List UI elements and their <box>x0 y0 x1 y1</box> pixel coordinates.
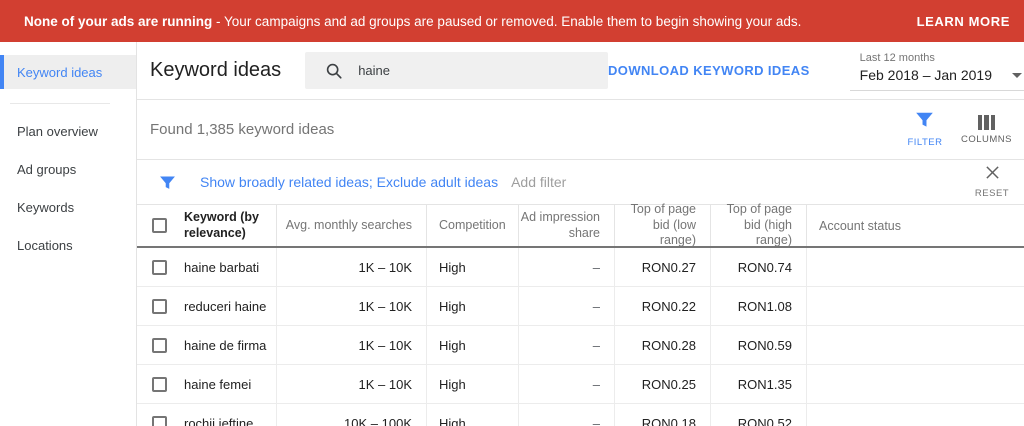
search-value: haine <box>358 63 390 78</box>
cell-searches: 1K – 10K <box>277 248 427 286</box>
cell-account-status <box>807 326 1024 364</box>
date-range-value: Feb 2018 – Jan 2019 <box>860 67 992 83</box>
col-header-bid-low: Top of page bid (low range) <box>615 202 696 249</box>
cell-bid-low: RON0.28 <box>615 326 711 364</box>
columns-button-label: COLUMNS <box>961 134 1012 145</box>
row-checkbox[interactable] <box>152 338 167 353</box>
cell-competition: High <box>427 287 519 325</box>
sidebar-item-keyword-ideas[interactable]: Keyword ideas <box>0 55 136 89</box>
cell-account-status <box>807 365 1024 403</box>
cell-competition: High <box>427 248 519 286</box>
columns-button[interactable]: COLUMNS <box>961 115 1012 145</box>
filter-funnel-icon <box>915 111 934 133</box>
page-header: Keyword ideas haine DOWNLOAD KEYWORD IDE… <box>137 42 1024 100</box>
cell-keyword: rochii ieftine <box>184 416 253 426</box>
cell-competition: High <box>427 365 519 403</box>
cell-keyword: haine de firma <box>184 338 266 353</box>
app-body: Keyword ideas Plan overview Ad groups Ke… <box>0 42 1024 426</box>
row-checkbox[interactable] <box>152 299 167 314</box>
cell-competition: High <box>427 404 519 426</box>
reset-filters-button[interactable]: RESET <box>972 165 1012 199</box>
cell-keyword: reduceri haine <box>184 299 266 314</box>
cell-bid-low: RON0.18 <box>615 404 711 426</box>
table-row[interactable]: haine barbati 1K – 10K High – RON0.27 RO… <box>137 248 1024 287</box>
learn-more-button[interactable]: LEARN MORE <box>917 14 1010 29</box>
results-count: Found 1,385 keyword ideas <box>150 121 334 138</box>
sidebar-item-keywords[interactable]: Keywords <box>0 189 136 227</box>
cell-bid-low: RON0.27 <box>615 248 711 286</box>
table-row[interactable]: haine femei 1K – 10K High – RON0.25 RON1… <box>137 365 1024 404</box>
cell-ad-impression-share: – <box>519 326 615 364</box>
alert-banner: None of your ads are running - Your camp… <box>0 0 1024 42</box>
main-content: Keyword ideas haine DOWNLOAD KEYWORD IDE… <box>137 42 1024 426</box>
cell-ad-impression-share: – <box>519 248 615 286</box>
cell-searches: 1K – 10K <box>277 287 427 325</box>
cell-searches: 1K – 10K <box>277 326 427 364</box>
cell-bid-high: RON0.59 <box>711 326 807 364</box>
cell-bid-high: RON1.35 <box>711 365 807 403</box>
download-keyword-ideas-button[interactable]: DOWNLOAD KEYWORD IDEAS <box>608 63 810 78</box>
col-header-bid-high: Top of page bid (high range) <box>711 202 792 249</box>
col-header-searches: Avg. monthly searches <box>286 218 412 234</box>
sidebar-divider <box>10 103 110 104</box>
row-checkbox[interactable] <box>152 260 167 275</box>
results-toolbar: Found 1,385 keyword ideas FILTER COLUMNS <box>137 100 1024 160</box>
sidebar-item-plan-overview[interactable]: Plan overview <box>0 113 136 151</box>
alert-message-bold: None of your ads are running <box>24 14 212 29</box>
cell-ad-impression-share: – <box>519 404 615 426</box>
filter-funnel-icon-small <box>159 175 176 190</box>
cell-keyword: haine barbati <box>184 260 259 275</box>
cell-bid-low: RON0.22 <box>615 287 711 325</box>
columns-icon <box>978 115 996 130</box>
keyword-ideas-table: Keyword (by relevance) Avg. monthly sear… <box>137 204 1024 426</box>
filter-button-label: FILTER <box>907 137 942 148</box>
cell-account-status <box>807 248 1024 286</box>
row-checkbox[interactable] <box>152 416 167 426</box>
col-header-ad-impression-share: Ad impression share <box>520 210 600 241</box>
cell-keyword: haine femei <box>184 377 251 392</box>
alert-message: None of your ads are running - Your camp… <box>24 14 801 29</box>
chevron-down-icon <box>1012 73 1022 78</box>
filter-button[interactable]: FILTER <box>903 111 947 148</box>
cell-bid-high: RON0.52 <box>711 404 807 426</box>
reset-button-label: RESET <box>975 188 1009 199</box>
cell-ad-impression-share: – <box>519 365 615 403</box>
col-header-keyword: Keyword (by relevance) <box>184 210 276 241</box>
col-header-competition: Competition <box>439 218 506 234</box>
table-header-row: Keyword (by relevance) Avg. monthly sear… <box>137 205 1024 248</box>
cell-account-status <box>807 404 1024 426</box>
sidebar: Keyword ideas Plan overview Ad groups Ke… <box>0 42 137 426</box>
cell-competition: High <box>427 326 519 364</box>
date-period-label: Last 12 months <box>860 52 1022 64</box>
cell-bid-high: RON0.74 <box>711 248 807 286</box>
table-row[interactable]: rochii ieftine 10K – 100K High – RON0.18… <box>137 404 1024 426</box>
select-all-checkbox[interactable] <box>152 218 167 233</box>
applied-filters-link[interactable]: Show broadly related ideas; Exclude adul… <box>200 174 498 190</box>
table-row[interactable]: haine de firma 1K – 10K High – RON0.28 R… <box>137 326 1024 365</box>
close-icon <box>985 165 1000 185</box>
page-title: Keyword ideas <box>150 59 281 82</box>
cell-account-status <box>807 287 1024 325</box>
keyword-search-input[interactable]: haine <box>305 52 608 89</box>
cell-bid-high: RON1.08 <box>711 287 807 325</box>
sidebar-item-ad-groups[interactable]: Ad groups <box>0 151 136 189</box>
alert-message-rest: - Your campaigns and ad groups are pause… <box>212 14 801 29</box>
sidebar-item-locations[interactable]: Locations <box>0 227 136 265</box>
cell-ad-impression-share: – <box>519 287 615 325</box>
cell-searches: 10K – 100K <box>277 404 427 426</box>
col-header-account-status: Account status <box>819 219 901 233</box>
table-row[interactable]: reduceri haine 1K – 10K High – RON0.22 R… <box>137 287 1024 326</box>
cell-bid-low: RON0.25 <box>615 365 711 403</box>
add-filter-button[interactable]: Add filter <box>511 174 566 190</box>
search-icon <box>325 62 343 80</box>
row-checkbox[interactable] <box>152 377 167 392</box>
cell-searches: 1K – 10K <box>277 365 427 403</box>
date-range-picker[interactable]: Last 12 months Feb 2018 – Jan 2019 <box>850 50 1024 91</box>
filter-bar: Show broadly related ideas; Exclude adul… <box>137 160 1024 204</box>
